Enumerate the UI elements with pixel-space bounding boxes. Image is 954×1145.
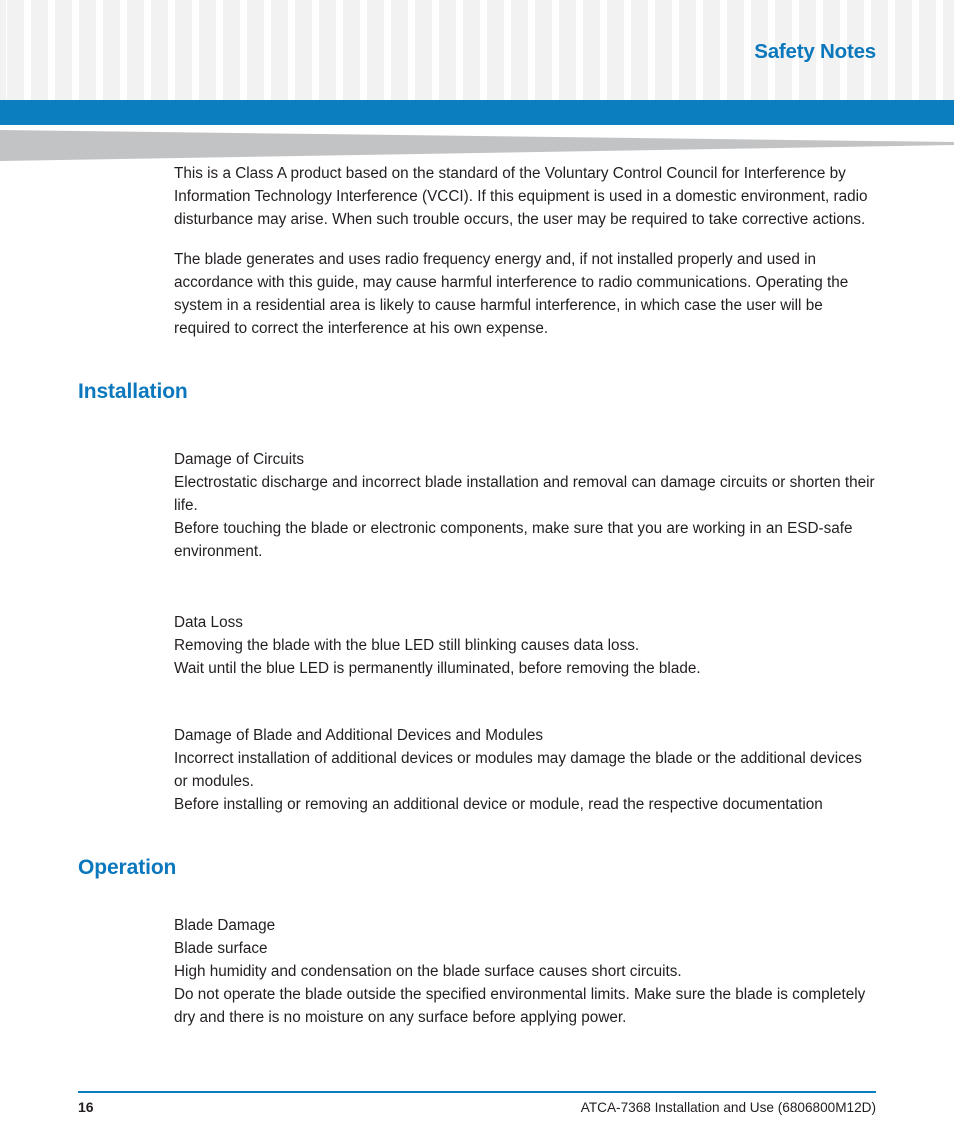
notice-line: Electrostatic discharge and incorrect bl…: [174, 474, 875, 514]
notice-title: Blade Damage: [174, 917, 276, 934]
page-header-title: Safety Notes: [754, 40, 876, 63]
paragraph-rf-interference: The blade generates and uses radio frequ…: [174, 251, 849, 337]
notice-title: Damage of Blade and Additional Devices a…: [174, 727, 544, 744]
notice-line: High humidity and condensation on the bl…: [174, 963, 682, 980]
notice-line: Do not operate the blade outside the spe…: [174, 986, 866, 1026]
notice-damage-of-blade-and-modules: Damage of Blade and Additional Devices a…: [174, 724, 876, 816]
notice-data-loss: Data Loss Removing the blade with the bl…: [174, 611, 876, 680]
footer-document-title: ATCA-7368 Installation and Use (6806800M…: [580, 1100, 876, 1115]
paragraph-vcci-statement: This is a Class A product based on the s…: [174, 165, 868, 228]
footer-divider: [78, 1091, 876, 1093]
notice-line: Before installing or removing an additio…: [174, 796, 823, 813]
notice-line: Wait until the blue LED is permanently i…: [174, 660, 701, 677]
page-content: This is a Class A product based on the s…: [0, 162, 954, 1029]
header-gray-wedge: [0, 130, 954, 162]
notice-line: Incorrect installation of additional dev…: [174, 750, 862, 790]
header-blue-bar: [0, 100, 954, 125]
notice-blade-damage: Blade Damage Blade surface High humidity…: [174, 914, 876, 1029]
notice-line: Blade surface: [174, 940, 268, 957]
section-heading-operation: Operation: [78, 856, 177, 879]
section-heading-installation: Installation: [78, 380, 188, 403]
footer-page-number: 16: [78, 1099, 94, 1115]
notice-title: Data Loss: [174, 614, 243, 631]
notice-line: Removing the blade with the blue LED sti…: [174, 637, 640, 654]
notice-damage-of-circuits: Damage of Circuits Electrostatic dischar…: [174, 448, 876, 563]
notice-title: Damage of Circuits: [174, 451, 305, 468]
notice-line: Before touching the blade or electronic …: [174, 520, 853, 560]
